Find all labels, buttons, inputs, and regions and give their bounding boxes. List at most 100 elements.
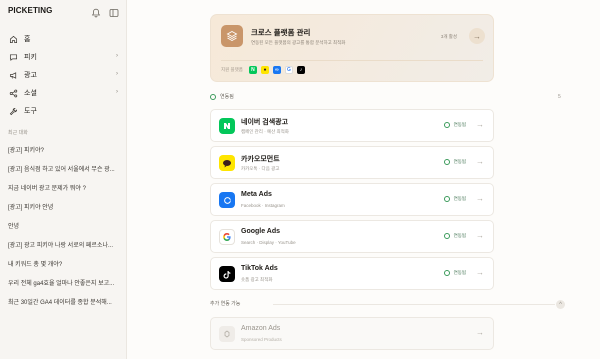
connected-section-header: 연동됨 — [210, 93, 234, 100]
platform-name: 네이버 검색광고 — [241, 119, 289, 126]
naver-logo-icon: N — [248, 66, 257, 74]
recent-chat-item[interactable]: 우리 전체 ga4효율 얼마나 안좋은지 보고... — [0, 273, 127, 292]
status-badge: 연동됨 — [443, 122, 466, 128]
check-circle-icon — [443, 196, 450, 202]
wrench-icon — [9, 107, 18, 116]
sidebar-item-label: 광고 — [24, 72, 37, 79]
status-label: 연동됨 — [453, 196, 466, 201]
google-logo-icon: G — [284, 66, 293, 74]
naver-logo-icon — [219, 118, 235, 134]
chevron-right-icon: › — [116, 89, 118, 95]
layers-icon — [221, 25, 243, 47]
supported-platforms: 지원 플랫폼 N ● ∞ G ♪ — [221, 66, 309, 74]
platform-card-naver[interactable]: 네이버 검색광고 캠페인 관리 · 예산 최적화 연동됨 → — [210, 109, 494, 142]
recent-chat-item[interactable]: [광고] 피키야 안녕 — [0, 197, 127, 216]
status-label: 연동됨 — [453, 159, 466, 164]
platform-card-tiktok[interactable]: TikTok Ads 숏폼 광고 최적화 연동됨 → — [210, 257, 494, 290]
chevron-right-icon: › — [116, 53, 118, 59]
cross-platform-card[interactable]: 크로스 플랫폼 관리 연동된 모든 플랫폼의 광고를 통합 분석하고 최적화 3… — [210, 14, 494, 82]
check-circle-icon — [210, 93, 216, 100]
platform-desc: 캠페인 관리 · 예산 최적화 — [241, 129, 289, 134]
platform-card-meta[interactable]: Meta Ads Facebook · Instagram 연동됨 → — [210, 183, 494, 216]
available-section-header: 추가 연동 가능 — [210, 300, 240, 307]
sidebar-item-social[interactable]: 소셜 › — [0, 84, 127, 102]
recent-chat-item[interactable]: [광고] 광고 피키야 나랑 서로의 페르소나... — [0, 235, 127, 254]
platform-desc: Search · Display · YouTube — [241, 240, 296, 245]
share-icon — [9, 89, 18, 98]
sidebar: PICKETING 홈 피키 › 광고 › 소셜 › 도구 최근 대화 [광고]… — [0, 0, 127, 359]
platform-card-google[interactable]: Google Ads Search · Display · YouTube 연동… — [210, 220, 494, 253]
sidebar-item-home[interactable]: 홈 — [0, 30, 127, 48]
kakao-logo-icon — [219, 155, 235, 171]
check-circle-icon — [443, 233, 450, 239]
arrow-right-icon[interactable]: → — [469, 28, 485, 44]
main-content: 크로스 플랫폼 관리 연동된 모든 플랫폼의 광고를 통합 분석하고 최적화 3… — [127, 0, 600, 359]
available-label: 추가 연동 가능 — [210, 301, 241, 307]
platform-desc: Sponsored Products — [241, 337, 282, 342]
app-logo[interactable]: PICKETING — [8, 6, 52, 15]
google-logo-icon — [219, 229, 235, 245]
status-label: 연동됨 — [453, 270, 466, 275]
meta-logo-icon: ∞ — [272, 66, 281, 74]
check-circle-icon — [443, 270, 450, 276]
status-badge: 연동됨 — [443, 159, 466, 165]
recent-chat-item[interactable]: 안녕 — [0, 216, 127, 235]
check-circle-icon — [443, 122, 450, 128]
divider — [221, 60, 483, 61]
platform-desc: Facebook · Instagram — [241, 203, 285, 208]
recent-chat-item[interactable]: [광고] 피키야? — [0, 140, 127, 159]
amazon-logo-icon — [219, 326, 235, 342]
arrow-right-icon[interactable]: → — [476, 328, 484, 337]
platform-name: TikTok Ads — [241, 265, 278, 272]
status-label: 연동됨 — [453, 122, 466, 127]
sidebar-item-ads[interactable]: 광고 › — [0, 66, 127, 84]
connected-count: 5 — [558, 94, 561, 100]
platform-name: Google Ads — [241, 228, 281, 235]
home-icon — [9, 35, 18, 44]
platform-desc: 숏폼 광고 최적화 — [241, 277, 273, 282]
meta-logo-icon — [219, 192, 235, 208]
sidebar-item-picky[interactable]: 피키 › — [0, 48, 127, 66]
sidebar-nav: 홈 피키 › 광고 › 소셜 › 도구 — [0, 30, 127, 120]
recent-chat-item[interactable]: [광고] 음식점 하고 있어 서울에서 무슨 광... — [0, 159, 127, 178]
chevron-up-icon[interactable]: ^ — [556, 300, 565, 309]
sidebar-item-label: 홈 — [24, 36, 31, 43]
arrow-right-icon[interactable]: → — [476, 268, 484, 277]
arrow-right-icon[interactable]: → — [476, 231, 484, 240]
status-badge: 연동됨 — [443, 270, 466, 276]
active-count-badge: 3개 활성 — [440, 34, 457, 39]
chevron-right-icon: › — [116, 71, 118, 77]
recent-chat-item[interactable]: 내 키워드 총 몇 개야? — [0, 254, 127, 273]
notification-bell-icon[interactable] — [91, 5, 101, 18]
platform-card-kakao[interactable]: 카카오모먼트 카카오톡 · 다음 광고 연동됨 → — [210, 146, 494, 179]
platform-name: Meta Ads — [241, 191, 272, 198]
check-circle-icon — [443, 159, 450, 165]
connected-label: 연동됨 — [220, 94, 234, 100]
chat-icon — [9, 53, 18, 62]
arrow-right-icon[interactable]: → — [476, 120, 484, 129]
recent-chats-list: [광고] 피키야? [광고] 음식점 하고 있어 서울에서 무슨 광... 지금… — [0, 140, 127, 311]
sidebar-item-label: 소셜 — [24, 90, 37, 97]
megaphone-icon — [9, 71, 18, 80]
sidebar-toggle-icon[interactable] — [109, 5, 119, 17]
platform-desc: 카카오톡 · 다음 광고 — [241, 166, 280, 171]
recent-chat-item[interactable]: 지금 네이버 광고 문제가 뭐야 ? — [0, 178, 127, 197]
status-label: 연동됨 — [453, 233, 466, 238]
sidebar-item-label: 도구 — [24, 108, 37, 115]
platform-card-amazon[interactable]: Amazon Ads Sponsored Products → — [210, 317, 494, 350]
kakao-logo-icon: ● — [260, 66, 269, 74]
recent-chat-item[interactable]: 최근 30일간 GA4 데이터를 종합 분석해... — [0, 292, 127, 311]
recent-chats-heading: 최근 대화 — [8, 130, 28, 136]
platform-name: 카카오모먼트 — [241, 156, 280, 163]
arrow-right-icon[interactable]: → — [476, 157, 484, 166]
supported-platforms-label: 지원 플랫폼 — [221, 67, 243, 72]
sidebar-item-tools[interactable]: 도구 — [0, 102, 127, 120]
hero-title: 크로스 플랫폼 관리 — [251, 28, 311, 37]
tiktok-logo-icon: ♪ — [296, 66, 305, 74]
status-badge: 연동됨 — [443, 196, 466, 202]
sidebar-item-label: 피키 — [24, 54, 37, 61]
hero-subtitle: 연동된 모든 플랫폼의 광고를 통합 분석하고 최적화 — [251, 40, 346, 45]
arrow-right-icon[interactable]: → — [476, 194, 484, 203]
platform-name: Amazon Ads — [241, 325, 281, 332]
divider — [273, 304, 555, 305]
